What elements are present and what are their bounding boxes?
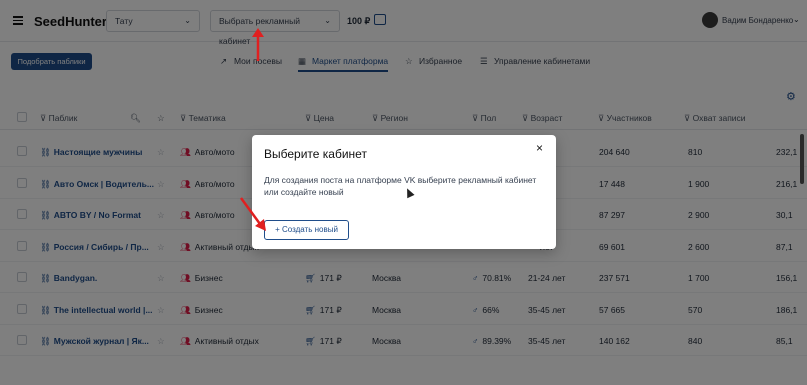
close-icon[interactable]: × [536,141,543,155]
modal-title: Выберите кабинет [264,147,367,161]
create-new-button[interactable]: + Создать новый [264,220,349,240]
annotation-arrow-icon [239,197,266,231]
annotation-arrow-icon [252,28,264,61]
modal-text: Для создания поста на платформе VK выбер… [264,175,537,197]
